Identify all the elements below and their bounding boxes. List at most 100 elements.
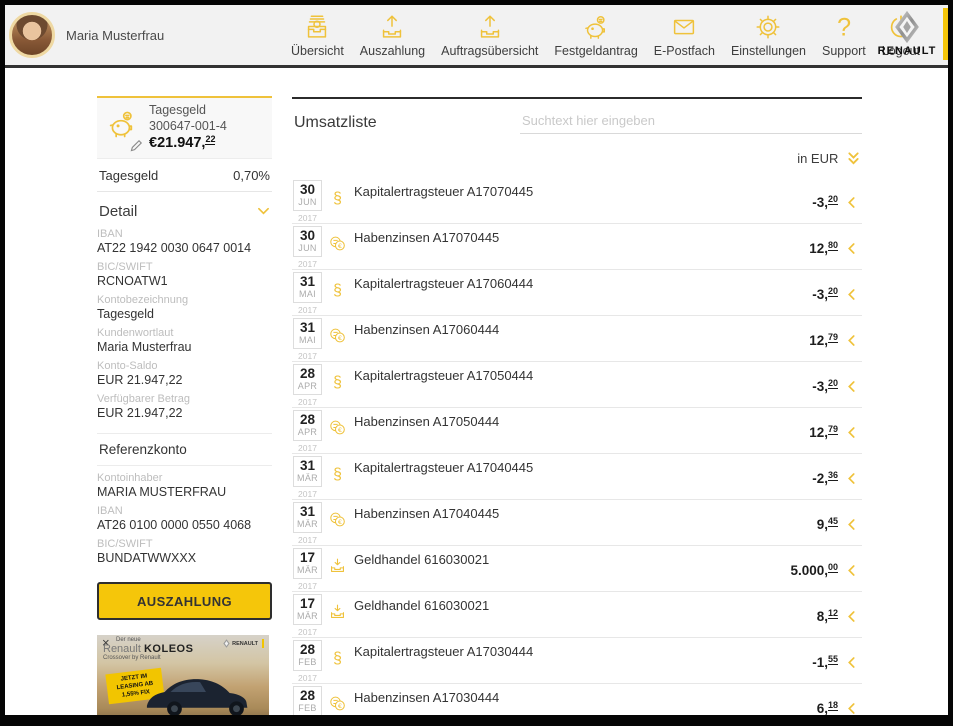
transaction-row[interactable]: 28 FEB 2017 € Habenzinsen A17030444 6,18 (292, 684, 862, 726)
field-label: Kontoinhaber (97, 472, 272, 484)
chevron-left-icon[interactable] (847, 196, 856, 209)
payout-button[interactable]: AUSZAHLUNG (97, 582, 272, 620)
nav-item-epostfach[interactable]: E-Postfach (646, 12, 723, 58)
date-month: MÄR (294, 519, 321, 529)
date-day: 30 (294, 182, 321, 197)
ad-brand: RENAULT (223, 639, 264, 648)
detail-field: Kontobezeichnung Tagesgeld (97, 294, 272, 321)
chevron-left-icon[interactable] (847, 472, 856, 485)
reference-field: IBAN AT26 0100 0000 0550 4068 (97, 505, 272, 532)
transaction-row[interactable]: 17 MÄR 2017 Geldhandel 616030021 8,12 (292, 592, 862, 638)
currency-sort[interactable]: in EUR (292, 151, 862, 175)
transaction-row[interactable]: 30 JUN 2017 § Kapitalertragsteuer A17070… (292, 178, 862, 224)
date-badge: 28 FEB (293, 686, 322, 717)
date-badge: 31 MÄR (293, 456, 322, 487)
search-input[interactable] (520, 111, 862, 134)
date-month: APR (294, 381, 321, 391)
date-badge: 28 APR (293, 364, 322, 395)
field-label: Kontobezeichnung (97, 294, 272, 306)
chevron-left-icon[interactable] (847, 702, 856, 715)
transaction-list: 30 JUN 2017 § Kapitalertragsteuer A17070… (292, 178, 862, 726)
transaction-row[interactable]: 17 MÄR 2017 Geldhandel 616030021 5.000,0… (292, 546, 862, 592)
nav-item-festgeldantrag[interactable]: Festgeldantrag (546, 12, 645, 58)
reference-field: BIC/SWIFT BUNDATWWXXX (97, 538, 272, 565)
transaction-row[interactable]: 30 JUN 2017 € Habenzinsen A17070445 12,8… (292, 224, 862, 270)
nav-item-uebersicht[interactable]: Übersicht (283, 12, 352, 58)
ad-banner[interactable]: × Der neue Renault KOLEOS Crossover by R… (97, 635, 269, 726)
reference-field: Kontoinhaber MARIA MUSTERFRAU (97, 472, 272, 499)
account-number: 300647-001-4 (149, 118, 227, 134)
ad-footer-right: www.renault.at (231, 720, 264, 726)
renault-diamond-icon (223, 639, 230, 648)
date-day: 28 (294, 688, 321, 703)
transaction-description: Habenzinsen A17050444 (354, 414, 499, 429)
date-year: 2017 (293, 535, 322, 545)
account-balance: €21.947,22 (149, 134, 227, 152)
transaction-row[interactable]: 31 MAI 2017 € Habenzinsen A17060444 12,7… (292, 316, 862, 362)
coins-icon: € (328, 234, 347, 253)
tray-up-icon (377, 12, 407, 42)
brand-name: RENAULT (878, 45, 937, 57)
date-day: 31 (294, 458, 321, 473)
chevron-left-icon[interactable] (847, 380, 856, 393)
date-month: MAI (294, 335, 321, 345)
transaction-description: Habenzinsen A17040445 (354, 506, 499, 521)
svg-text:€: € (338, 519, 342, 526)
transaction-description: Kapitalertragsteuer A17030444 (354, 644, 533, 659)
date-year: 2017 (293, 213, 322, 223)
date-year: 2017 (293, 627, 322, 637)
page-title: Umsatzliste (294, 114, 377, 132)
tray-up-icon (475, 12, 505, 42)
chevron-left-icon[interactable] (847, 518, 856, 531)
transaction-description: Kapitalertragsteuer A17070445 (354, 184, 533, 199)
tray-icon (328, 602, 347, 621)
svg-text:§: § (333, 282, 342, 299)
date-year: 2017 (293, 673, 322, 683)
nav-item-label: Übersicht (291, 44, 344, 58)
detail-section-toggle[interactable]: Detail (97, 192, 272, 222)
date-month: FEB (294, 703, 321, 713)
transaction-row[interactable]: 28 FEB 2017 § Kapitalertragsteuer A17030… (292, 638, 862, 684)
transaction-row[interactable]: 28 APR 2017 € Habenzinsen A17050444 12,7… (292, 408, 862, 454)
nav-item-auftragsuebersicht[interactable]: Auftragsübersicht (433, 12, 546, 58)
date-year: 2017 (293, 259, 322, 269)
nav-item-auszahlung[interactable]: Auszahlung (352, 12, 433, 58)
date-month: MÄR (294, 473, 321, 483)
transaction-description: Habenzinsen A17060444 (354, 322, 499, 337)
currency-label: in EUR (797, 151, 838, 166)
chevron-left-icon[interactable] (847, 564, 856, 577)
nav-item-einstellungen[interactable]: Einstellungen (723, 12, 814, 58)
field-label: Kundenwortlaut (97, 327, 272, 339)
transaction-description: Kapitalertragsteuer A17060444 (354, 276, 533, 291)
transaction-amount: -2,36 (812, 471, 838, 486)
date-year: 2017 (293, 351, 322, 361)
chevron-left-icon[interactable] (847, 610, 856, 623)
accent-strip (943, 8, 948, 60)
chevron-left-icon[interactable] (847, 426, 856, 439)
paragraph-icon: § (328, 372, 347, 391)
chevron-left-icon[interactable] (847, 242, 856, 255)
nav-item-support[interactable]: ? Support (814, 12, 874, 58)
content-header: Umsatzliste (292, 99, 862, 147)
ad-title: Renault KOLEOS (103, 643, 193, 655)
edit-pencil-icon[interactable] (130, 139, 143, 152)
user-profile[interactable]: Maria Musterfrau (9, 9, 164, 61)
nav-item-label: E-Postfach (654, 44, 715, 58)
ad-tagline: Crossover by Renault (103, 655, 193, 661)
svg-text:€: € (338, 335, 342, 342)
chevron-left-icon[interactable] (847, 288, 856, 301)
transaction-amount: -3,20 (812, 287, 838, 302)
coins-icon: € (328, 418, 347, 437)
transaction-row[interactable]: 31 MÄR 2017 € Habenzinsen A17040445 9,45 (292, 500, 862, 546)
transaction-row[interactable]: 31 MAI 2017 § Kapitalertragsteuer A17060… (292, 270, 862, 316)
car-image (141, 666, 269, 718)
field-value: AT22 1942 0030 0647 0014 (97, 241, 272, 255)
sidebar: Tagesgeld 300647-001-4 €21.947,22 Tagesg… (97, 96, 272, 726)
chevron-left-icon[interactable] (847, 334, 856, 347)
transaction-row[interactable]: 28 APR 2017 § Kapitalertragsteuer A17050… (292, 362, 862, 408)
avatar[interactable] (9, 12, 55, 58)
nav-item-label: Auftragsübersicht (441, 44, 538, 58)
transaction-row[interactable]: 31 MÄR 2017 § Kapitalertragsteuer A17040… (292, 454, 862, 500)
reference-account-title: Referenzkonto (97, 433, 272, 466)
chevron-left-icon[interactable] (847, 656, 856, 669)
